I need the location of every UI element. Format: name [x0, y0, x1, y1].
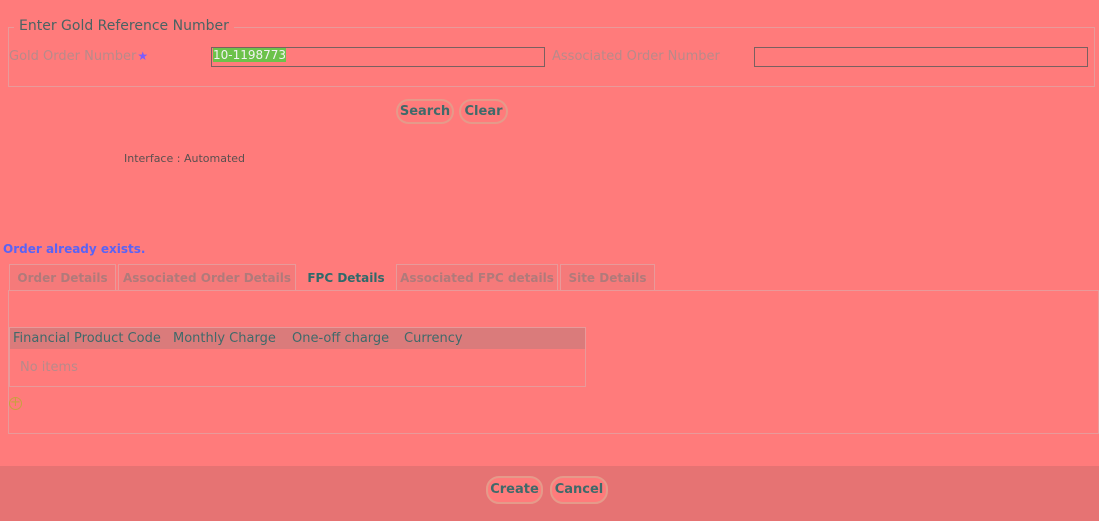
search-button[interactable]: Search — [396, 99, 454, 124]
interface-status: Interface : Automated — [124, 152, 246, 165]
column-one-off-charge[interactable]: One-off charge — [292, 331, 404, 346]
gold-order-number-value: 10-1198773 — [213, 48, 287, 62]
tab-associated-fpc-details[interactable]: Associated FPC details — [396, 264, 558, 291]
column-monthly-charge[interactable]: Monthly Charge — [173, 331, 292, 346]
details-tabs: Order Details Associated Order Details F… — [9, 264, 657, 291]
cancel-button[interactable]: Cancel — [550, 476, 608, 504]
fpc-grid-empty-text: No items — [20, 360, 78, 375]
clear-button[interactable]: Clear — [459, 99, 508, 124]
gold-order-number-label: Gold Order Number★ — [9, 49, 148, 64]
column-currency[interactable]: Currency — [404, 331, 463, 346]
required-star-icon: ★ — [137, 49, 149, 63]
create-button[interactable]: Create — [486, 476, 543, 504]
add-row-icon[interactable]: + — [9, 396, 22, 410]
tab-associated-order-details[interactable]: Associated Order Details — [118, 264, 296, 291]
fieldset-legend: Enter Gold Reference Number — [14, 18, 234, 34]
order-exists-message: Order already exists. — [3, 242, 146, 256]
associated-order-number-input[interactable] — [754, 47, 1088, 67]
column-financial-product-code[interactable]: Financial Product Code — [13, 331, 173, 346]
tab-fpc-details[interactable]: FPC Details — [298, 264, 394, 291]
tab-site-details[interactable]: Site Details — [560, 264, 655, 291]
fpc-grid-header: Financial Product Code Monthly Charge On… — [10, 328, 585, 349]
tab-order-details[interactable]: Order Details — [9, 264, 116, 291]
gold-order-number-input[interactable]: 10-1198773 — [211, 47, 545, 67]
associated-order-number-label: Associated Order Number — [552, 49, 720, 64]
fpc-grid: Financial Product Code Monthly Charge On… — [9, 327, 586, 387]
gold-order-number-label-text: Gold Order Number — [9, 49, 137, 64]
